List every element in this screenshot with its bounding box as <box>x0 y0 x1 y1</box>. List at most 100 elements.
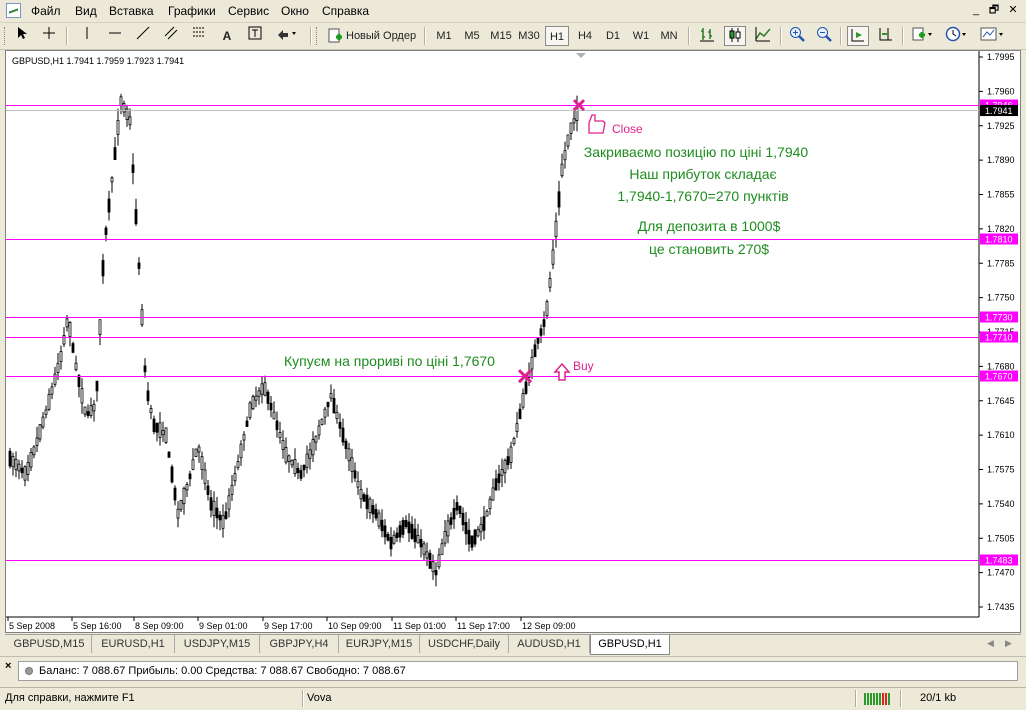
candle-body <box>524 381 528 394</box>
timeframe-m30-button[interactable]: M30 <box>516 26 542 46</box>
timeframe-d1-button[interactable]: D1 <box>601 26 625 46</box>
tab-scroll-right-icon[interactable]: ▶ <box>1005 638 1012 649</box>
menu-file[interactable]: Файл <box>31 4 61 18</box>
terminal-account-row[interactable]: Баланс: 7 088.67 Прибыль: 0.00 Средства:… <box>18 661 1018 681</box>
price-tick-label: 1.7855 <box>987 190 1015 200</box>
periods-dropdown-icon[interactable] <box>942 26 972 46</box>
restore-icon[interactable]: 🗗 <box>986 3 1002 18</box>
candle-body <box>470 535 474 548</box>
timeframe-h1-button[interactable]: H1 <box>545 26 569 46</box>
menu-insert[interactable]: Вставка <box>109 4 154 18</box>
tab-scroll-left-icon[interactable]: ◀ <box>987 638 994 649</box>
chart-shift-icon[interactable] <box>875 26 897 46</box>
arrows-dropdown-icon[interactable] <box>272 26 302 46</box>
crosshair-icon[interactable] <box>38 26 60 46</box>
candle-body <box>425 551 429 559</box>
menu-window[interactable]: Окно <box>281 4 309 18</box>
candle-body <box>521 393 525 408</box>
candle-body <box>8 450 12 467</box>
candle-body <box>116 119 120 135</box>
connection-bars-icon <box>864 693 890 705</box>
line-chart-icon[interactable] <box>752 26 774 46</box>
channel-icon[interactable] <box>160 26 182 46</box>
candle-body <box>23 466 27 481</box>
candle-body <box>281 440 285 450</box>
candlestick-chart-icon[interactable] <box>724 26 746 46</box>
close-icon[interactable]: ✕ <box>1005 3 1021 18</box>
candle-body <box>476 528 480 537</box>
terminal-close-icon[interactable]: × <box>5 660 11 672</box>
text-tool-icon[interactable]: A <box>216 26 238 46</box>
bar-chart-icon[interactable] <box>696 26 718 46</box>
time-tick-label: 5 Sep 16:00 <box>73 621 122 631</box>
candle-body <box>179 500 183 510</box>
app-icon[interactable] <box>6 3 21 18</box>
toolbar-separator <box>902 27 904 45</box>
buy-label: Buy <box>573 359 594 373</box>
candle-body <box>548 278 552 288</box>
vertical-line-icon[interactable] <box>76 26 98 46</box>
indicators-dropdown-icon[interactable] <box>908 26 938 46</box>
candle-body <box>500 469 504 476</box>
menu-view[interactable]: Вид <box>75 4 97 18</box>
candle-body <box>329 393 333 399</box>
chart-window[interactable]: GBPUSD,H1 1.7941 1.7959 1.7923 1.7941 1.7… <box>5 50 1021 633</box>
zoom-in-icon[interactable] <box>786 26 808 46</box>
tab-audusd-h1[interactable]: AUDUSD,H1 <box>509 635 590 653</box>
candle-body <box>512 438 516 445</box>
timeframe-w1-button[interactable]: W1 <box>629 26 653 46</box>
toolbar-separator <box>780 27 782 45</box>
candle-body <box>374 509 378 519</box>
buy-annotation: Купуєм на прориві по ціні 1,7670 <box>284 353 495 369</box>
cursor-icon[interactable] <box>12 26 34 46</box>
price-chart[interactable]: GBPUSD,H1 1.7941 1.7959 1.7923 1.7941 1.7… <box>6 51 1020 632</box>
candle-body <box>440 543 444 555</box>
fibonacci-icon[interactable] <box>188 26 210 46</box>
timeframe-m1-button[interactable]: M1 <box>432 26 456 46</box>
candle-body <box>218 514 222 521</box>
tab-usdchf-daily[interactable]: USDCHF,Daily <box>420 635 509 653</box>
toolbar-grip[interactable] <box>4 27 8 45</box>
timeframe-m15-button[interactable]: M15 <box>488 26 514 46</box>
tab-gbpjpy-h4[interactable]: GBPJPY,H4 <box>260 635 339 653</box>
candle-body <box>167 451 171 458</box>
status-divider <box>855 690 857 707</box>
candle-body <box>431 561 435 573</box>
chart-shift-marker[interactable] <box>576 53 586 58</box>
toolbar-grip[interactable] <box>316 27 320 45</box>
tab-usdjpy-m15[interactable]: USDJPY,M15 <box>175 635 260 653</box>
tab-eurjpy-m15[interactable]: EURJPY,M15 <box>339 635 420 653</box>
price-tick-label: 1.7575 <box>987 465 1015 475</box>
zoom-out-icon[interactable] <box>813 26 835 46</box>
tab-eurusd-h1[interactable]: EURUSD,H1 <box>92 635 175 653</box>
time-tick-label: 12 Sep 09:00 <box>522 621 576 631</box>
candle-body <box>41 416 45 428</box>
candle-body <box>62 335 66 345</box>
candle-body <box>503 459 507 474</box>
tab-gbpusd-m15[interactable]: GBPUSD,M15 <box>7 635 92 653</box>
text-label-icon[interactable] <box>244 26 266 46</box>
tab-gbpusd-h1[interactable]: GBPUSD,H1 <box>590 635 670 655</box>
candle-body <box>71 343 75 353</box>
new-order-button[interactable]: Новый Ордер <box>324 26 420 46</box>
menu-help[interactable]: Справка <box>322 4 369 18</box>
trendline-icon[interactable] <box>132 26 154 46</box>
timeframe-m5-button[interactable]: M5 <box>460 26 484 46</box>
candle-body <box>422 543 426 555</box>
candle-body <box>515 423 519 432</box>
candle-body <box>224 511 228 519</box>
time-tick-label: 10 Sep 09:00 <box>328 621 382 631</box>
candle-body <box>377 512 381 527</box>
minimize-icon[interactable]: _ <box>968 3 984 18</box>
candle-body <box>98 319 102 335</box>
timeframe-h4-button[interactable]: H4 <box>573 26 597 46</box>
auto-scroll-icon[interactable] <box>847 26 869 46</box>
templates-dropdown-icon[interactable] <box>976 26 1010 46</box>
timeframe-mn-button[interactable]: MN <box>656 26 682 46</box>
candle-body <box>284 447 288 463</box>
candle-body <box>212 500 216 516</box>
horizontal-line-icon[interactable] <box>104 26 126 46</box>
menu-charts[interactable]: Графики <box>168 4 216 18</box>
menu-tools[interactable]: Сервис <box>228 4 269 18</box>
candle-body <box>479 523 483 533</box>
